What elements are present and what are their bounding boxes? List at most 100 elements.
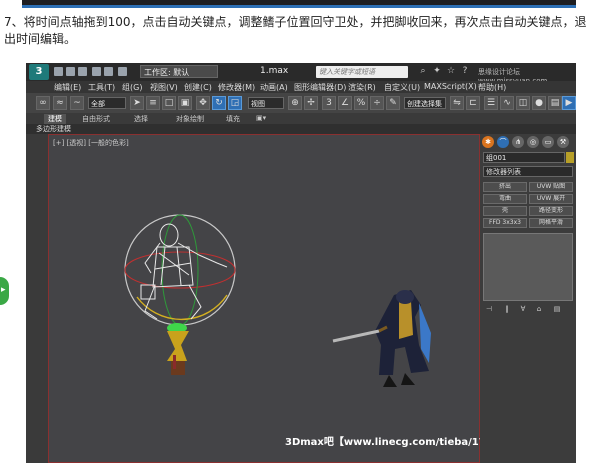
menu-item-rendering[interactable]: 渲染(R) bbox=[348, 82, 376, 93]
ribbon-options-icon[interactable]: ▣▾ bbox=[256, 114, 266, 122]
rectangle-region-icon[interactable]: □ bbox=[162, 96, 176, 110]
new-file-icon[interactable] bbox=[54, 67, 63, 76]
reference-coordinate-select[interactable]: 视图 bbox=[248, 97, 284, 109]
move-icon[interactable]: ✥ bbox=[196, 96, 210, 110]
window-crossing-icon[interactable]: ▣ bbox=[178, 96, 192, 110]
hierarchy-tab-icon[interactable]: ⋔ bbox=[512, 136, 524, 148]
open-file-icon[interactable] bbox=[66, 67, 75, 76]
tab-modeling[interactable]: 建模 bbox=[44, 114, 66, 124]
modifier-button-bend[interactable]: 弯曲 bbox=[483, 194, 527, 204]
tab-object-paint[interactable]: 对象绘制 bbox=[176, 114, 204, 124]
modifier-list-value: 修改器列表 bbox=[486, 168, 521, 176]
app-logo-icon[interactable]: 3 bbox=[29, 64, 49, 80]
undo-icon[interactable] bbox=[92, 67, 101, 76]
menu-item-group[interactable]: 组(G) bbox=[122, 82, 142, 93]
perspective-viewport[interactable]: [+] [透视] [一般的色彩] 3Dmax吧【www.linecg.com/t… bbox=[48, 134, 510, 463]
select-manipulate-icon[interactable]: ✢ bbox=[304, 96, 318, 110]
modifier-list-select[interactable]: 修改器列表 bbox=[483, 166, 573, 177]
modifier-button-extrude[interactable]: 挤出 bbox=[483, 182, 527, 192]
instruction-text: 7、将时间点轴拖到100，点击自动关键点，调整鳍子位置回守卫处，并把脚收回来，再… bbox=[4, 15, 587, 46]
edit-named-selection-icon[interactable]: ✎ bbox=[386, 96, 400, 110]
menu-item-tools[interactable]: 工具(T) bbox=[88, 82, 115, 93]
redo-icon[interactable] bbox=[104, 67, 113, 76]
angle-snap-icon[interactable]: ∠ bbox=[338, 96, 352, 110]
spinner-snap-icon[interactable]: ÷ bbox=[370, 96, 384, 110]
render-icon[interactable]: ▶ bbox=[562, 96, 576, 110]
select-object-icon[interactable]: ➤ bbox=[130, 96, 144, 110]
polygon-modeling-label: 多边形建模 bbox=[36, 125, 71, 133]
menu-item-customize[interactable]: 自定义(U) bbox=[384, 82, 420, 93]
menu-item-view[interactable]: 视图(V) bbox=[150, 82, 178, 93]
ribbon-tabs: 建模 自由形式 选择 对象绘制 填充 ▣▾ bbox=[26, 113, 576, 124]
display-tab-icon[interactable]: ▭ bbox=[542, 136, 554, 148]
command-panel-tabs: ✱ ⌒ ⋔ ◎ ▭ ⚒ bbox=[482, 136, 574, 148]
binoculars-icon[interactable]: ⌕ bbox=[418, 66, 428, 76]
help-icon[interactable]: ? bbox=[460, 66, 470, 76]
make-unique-icon[interactable]: ∀ bbox=[518, 305, 528, 315]
tab-freeform[interactable]: 自由形式 bbox=[82, 114, 110, 124]
menu-item-modifiers[interactable]: 修改器(M) bbox=[218, 82, 255, 93]
configure-modifier-sets-icon[interactable]: ▤ bbox=[552, 305, 562, 315]
star-icon[interactable]: ☆ bbox=[446, 66, 456, 76]
selection-filter-value: 全部 bbox=[91, 100, 105, 108]
polygon-modeling-bar[interactable]: 多边形建模 bbox=[26, 124, 576, 134]
tab-selection[interactable]: 选择 bbox=[134, 114, 148, 124]
motion-tab-icon[interactable]: ◎ bbox=[527, 136, 539, 148]
menu-item-animation[interactable]: 动画(A) bbox=[260, 82, 288, 93]
selection-filter-select[interactable]: 全部 bbox=[88, 97, 126, 109]
unlink-icon[interactable]: ≈ bbox=[53, 96, 67, 110]
link-icon[interactable]: ∞ bbox=[36, 96, 50, 110]
percent-snap-icon[interactable]: % bbox=[354, 96, 368, 110]
modifier-stack-view[interactable] bbox=[483, 233, 573, 301]
create-tab-icon[interactable]: ✱ bbox=[482, 136, 494, 148]
menu-item-edit[interactable]: 编辑(E) bbox=[54, 82, 81, 93]
modifier-button-ffd[interactable]: FFD 3x3x3 bbox=[483, 218, 527, 228]
utilities-tab-icon[interactable]: ⚒ bbox=[557, 136, 569, 148]
site-watermark: 3Dmax吧【www.linecg.com/tieba/1771】 bbox=[285, 437, 510, 448]
modifier-button-uvw-unwrap[interactable]: UVW 展开 bbox=[529, 194, 573, 204]
scale-icon[interactable]: ◲ bbox=[228, 96, 242, 110]
named-selection-select[interactable]: 创建选择集 bbox=[404, 97, 446, 109]
tools-icon[interactable]: ✦ bbox=[432, 66, 442, 76]
menu-item-help[interactable]: 帮助(H) bbox=[478, 82, 506, 93]
workspace-select[interactable]: 工作区: 默认 bbox=[140, 65, 218, 78]
modifier-button-shell[interactable]: 壳 bbox=[483, 206, 527, 216]
mirror-icon[interactable]: ⇋ bbox=[450, 96, 464, 110]
layer-manager-icon[interactable]: ☰ bbox=[484, 96, 498, 110]
pin-stack-icon[interactable]: ⊣ bbox=[484, 305, 494, 315]
menu-item-graph-editors[interactable]: 图形编辑器(D) bbox=[294, 82, 346, 93]
material-editor-icon[interactable]: ● bbox=[532, 96, 546, 110]
pivot-center-icon[interactable]: ⊕ bbox=[288, 96, 302, 110]
side-share-badge[interactable]: ▸ bbox=[0, 277, 9, 305]
modify-tab-icon[interactable]: ⌒ bbox=[497, 136, 509, 148]
align-icon[interactable]: ⊏ bbox=[466, 96, 480, 110]
rotate-gizmo[interactable] bbox=[124, 214, 236, 326]
modifier-button-meshsmooth[interactable]: 网格平滑 bbox=[529, 218, 573, 228]
select-by-name-icon[interactable]: ≡ bbox=[146, 96, 160, 110]
render-setup-icon[interactable]: ▤ bbox=[548, 96, 562, 110]
bind-space-warp-icon[interactable]: ~ bbox=[70, 96, 84, 110]
left-tool-strip bbox=[26, 134, 48, 463]
curve-editor-icon[interactable]: ∿ bbox=[500, 96, 514, 110]
menu-item-maxscript[interactable]: MAXScript(X) bbox=[424, 82, 477, 91]
modifier-button-uvw-map[interactable]: UVW 贴图 bbox=[529, 182, 573, 192]
menu-item-create[interactable]: 创建(C) bbox=[184, 82, 212, 93]
command-panel: ✱ ⌒ ⋔ ◎ ▭ ⚒ 组001 修改器列表 挤出 UVW 贴图 弯曲 UVW … bbox=[480, 134, 576, 463]
project-folder-icon[interactable] bbox=[118, 67, 127, 76]
selected-guard-wireframe[interactable] bbox=[140, 223, 228, 320]
search-input[interactable]: 键入关键字或短语 bbox=[316, 66, 408, 78]
show-end-result-icon[interactable]: ‖ bbox=[502, 305, 512, 315]
snap-toggle-icon[interactable]: 3 bbox=[322, 96, 336, 110]
object-name-value: 组001 bbox=[486, 154, 507, 162]
schematic-view-icon[interactable]: ◫ bbox=[516, 96, 530, 110]
remove-modifier-icon[interactable]: ⌂ bbox=[534, 305, 544, 315]
object-color-swatch[interactable] bbox=[566, 152, 574, 163]
tab-populate[interactable]: 填充 bbox=[226, 114, 240, 124]
arrow-right-icon: ▸ bbox=[1, 285, 6, 295]
save-file-icon[interactable] bbox=[78, 67, 87, 76]
object-name-field[interactable]: 组001 bbox=[483, 152, 565, 163]
modifier-button-path-deform[interactable]: 路径变形 bbox=[529, 206, 573, 216]
workspace-label: 工作区: 默认 bbox=[144, 68, 190, 77]
rotate-icon[interactable]: ↻ bbox=[212, 96, 226, 110]
yellow-small-character bbox=[167, 323, 189, 375]
